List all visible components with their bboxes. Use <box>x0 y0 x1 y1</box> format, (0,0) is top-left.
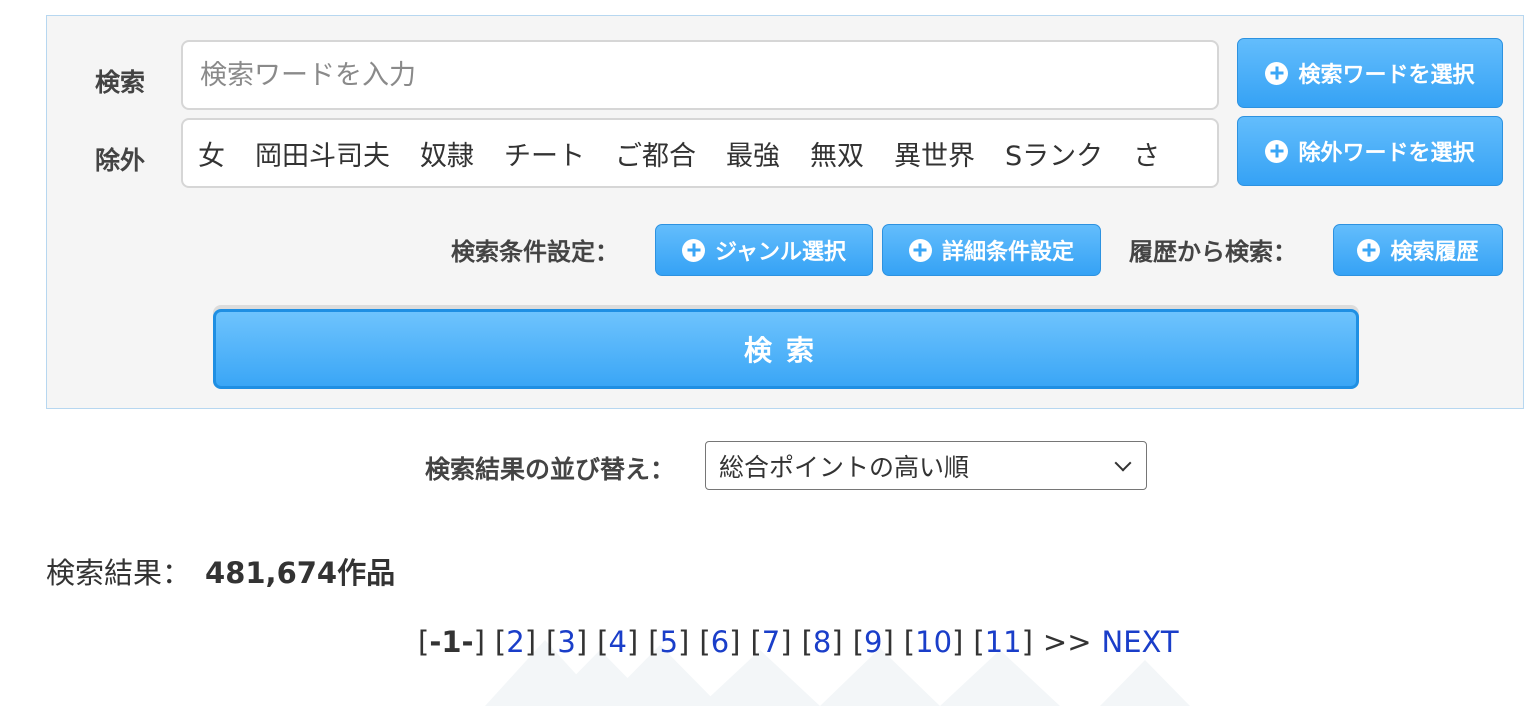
pagination-arrow: >> <box>1042 625 1092 659</box>
result-count: 検索結果： 481,674作品 <box>46 550 395 592</box>
select-exclude-word-button[interactable]: 除外ワードを選択 <box>1237 116 1503 186</box>
chevron-down-icon <box>1114 454 1132 471</box>
plus-circle-icon <box>1265 61 1289 85</box>
select-search-word-button[interactable]: 検索ワードを選択 <box>1237 38 1503 108</box>
search-panel: 検索 検索ワードを選択 除外 女 岡田斗司夫 奴隷 チート ご都合 最強 無双 … <box>46 15 1524 409</box>
genre-select-label: ジャンル選択 <box>715 240 846 265</box>
search-input-box[interactable] <box>181 40 1219 110</box>
result-count-value: 481,674作品 <box>205 556 396 590</box>
current-page: [-1-] <box>418 625 485 659</box>
page-link[interactable]: [10] <box>904 625 964 659</box>
exclude-word: チート <box>504 140 585 172</box>
exclude-word: ご都合 <box>615 140 696 172</box>
page-link[interactable]: [3] <box>546 625 587 659</box>
search-input[interactable] <box>198 58 1202 92</box>
page-link[interactable]: [8] <box>802 625 843 659</box>
plus-circle-icon <box>1357 238 1381 262</box>
result-count-label: 検索結果： <box>46 556 192 590</box>
page-link[interactable]: [5] <box>648 625 689 659</box>
search-history-label: 検索履歴 <box>1390 240 1479 265</box>
exclude-word: 岡田斗司夫 <box>255 140 390 172</box>
select-exclude-word-label: 除外ワードを選択 <box>1298 141 1475 166</box>
exclude-word: さ <box>1133 140 1161 172</box>
sort-order-select[interactable]: 総合ポイントの高い順 <box>705 441 1147 490</box>
plus-circle-icon <box>682 238 706 262</box>
genre-select-button[interactable]: ジャンル選択 <box>655 224 873 276</box>
sort-selected-value: 総合ポイントの高い順 <box>719 452 970 482</box>
exclude-word: 最強 <box>726 140 780 172</box>
exclude-word: 女 <box>198 140 225 172</box>
exclude-word: 奴隷 <box>420 140 474 172</box>
page-link[interactable]: [6] <box>699 625 740 659</box>
page-link[interactable]: [11] <box>973 625 1033 659</box>
plus-circle-icon <box>908 238 932 262</box>
search-label: 検索 <box>95 68 146 97</box>
exclude-label: 除外 <box>95 146 146 175</box>
page-link[interactable]: [9] <box>853 625 894 659</box>
search-submit-button[interactable]: 検索 <box>213 309 1359 389</box>
select-search-word-label: 検索ワードを選択 <box>1298 63 1475 88</box>
page-link[interactable]: [7] <box>750 625 791 659</box>
detail-conditions-button[interactable]: 詳細条件設定 <box>882 224 1101 276</box>
history-search-label: 履歴から検索： <box>1129 238 1297 266</box>
page-link[interactable]: [2] <box>495 625 536 659</box>
exclude-word-list: 女 岡田斗司夫 奴隷 チート ご都合 最強 無双 異世界 Sランク さ <box>198 134 1160 173</box>
page-link[interactable]: [4] <box>597 625 638 659</box>
exclude-input[interactable]: 女 岡田斗司夫 奴隷 チート ご都合 最強 無双 異世界 Sランク さ <box>181 118 1219 188</box>
search-conditions-label: 検索条件設定： <box>451 238 619 266</box>
plus-circle-icon <box>1265 139 1289 163</box>
pagination: [-1-] [2] [3] [4] [5] [6] [7] [8] [9] [1… <box>418 625 1179 659</box>
search-history-button[interactable]: 検索履歴 <box>1333 224 1503 276</box>
exclude-word: 無双 <box>810 140 864 172</box>
exclude-word: 異世界 <box>894 140 975 172</box>
detail-conditions-label: 詳細条件設定 <box>941 240 1074 265</box>
next-page-link[interactable]: NEXT <box>1102 625 1179 659</box>
exclude-word: Sランク <box>1005 140 1104 172</box>
sort-label: 検索結果の並び替え： <box>425 455 676 484</box>
search-page: 検索 検索ワードを選択 除外 女 岡田斗司夫 奴隷 チート ご都合 最強 無双 … <box>0 0 1540 706</box>
